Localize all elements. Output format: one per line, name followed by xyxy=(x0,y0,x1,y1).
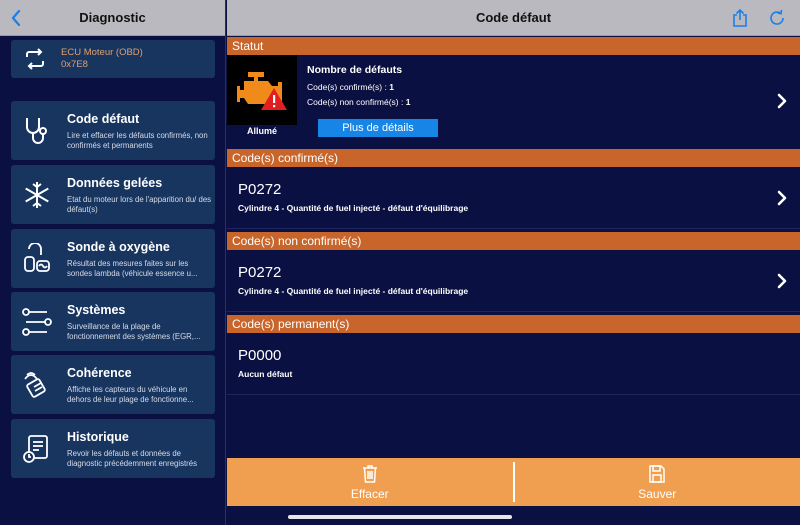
fault-description: Aucun défaut xyxy=(238,369,293,379)
save-button[interactable]: Sauver xyxy=(515,458,800,506)
clear-button[interactable]: Effacer xyxy=(227,458,513,506)
confirmed-count-value: 1 xyxy=(389,82,394,92)
unconfirmed-count-value: 1 xyxy=(405,97,411,107)
main-panel: Code défaut Statut Nombre de défauts Cod… xyxy=(227,0,800,525)
list-item-unconfirmed[interactable]: P0272 Cylindre 4 - Quantité de fuel inje… xyxy=(227,250,800,312)
history-icon xyxy=(23,435,48,463)
sidebar: Diagnostic ECU Moteur (OBD) 0x7E8 Code d… xyxy=(0,0,226,525)
save-button-label: Sauver xyxy=(638,486,677,501)
list-item-permanent: P0000 Aucun défaut xyxy=(227,333,800,395)
sensor-icon xyxy=(24,372,46,398)
trash-icon xyxy=(362,464,377,483)
ecu-address: 0x7E8 xyxy=(61,59,88,70)
chevron-right-icon[interactable] xyxy=(776,190,788,206)
sidebar-item-title: Code défaut xyxy=(67,112,140,126)
refresh-icon[interactable] xyxy=(767,8,787,28)
sidebar-item-desc: Revoir les défauts et données de diagnos… xyxy=(67,449,198,468)
fault-code: P0272 xyxy=(238,181,282,198)
sidebar-item-desc: Résultat des mesures faites sur les sond… xyxy=(67,259,198,278)
sidebar-item-historique[interactable]: Historique Revoir les défauts et données… xyxy=(11,419,215,478)
more-details-button[interactable]: Plus de détails xyxy=(318,119,438,137)
confirmed-count-label: Code(s) confirmé(s) : xyxy=(307,82,390,92)
page-title: Code défaut xyxy=(475,10,552,25)
sidebar-item-desc: Etat du moteur lors de l'apparition du/ … xyxy=(67,195,212,214)
chevron-right-icon[interactable] xyxy=(776,273,788,289)
main-header: Code défaut xyxy=(227,0,800,36)
sidebar-header: Diagnostic xyxy=(0,0,225,36)
fault-description: Cylindre 4 - Quantité de fuel injecté - … xyxy=(238,203,469,213)
sidebar-item-title: Cohérence xyxy=(67,366,132,380)
status-panel[interactable]: Nombre de défauts Code(s) confirmé(s) : … xyxy=(227,55,800,147)
sidebar-item-title: Données gelées xyxy=(67,176,163,190)
ecu-name: ECU Moteur (OBD) xyxy=(61,47,143,58)
section-header-unconfirmed: Code(s) non confirmé(s) xyxy=(227,232,800,250)
snowflake-icon xyxy=(25,182,49,208)
back-button[interactable] xyxy=(6,6,26,30)
check-engine-icon xyxy=(237,72,287,110)
unconfirmed-count: Code(s) non confirmé(s) : 1 xyxy=(307,97,410,107)
clear-button-label: Effacer xyxy=(350,486,389,501)
chevron-left-icon xyxy=(11,10,21,26)
unconfirmed-count-label: Code(s) non confirmé(s) : xyxy=(307,97,406,107)
sidebar-item-sonde-oxygene[interactable]: Sonde à oxygène Résultat des mesures fai… xyxy=(11,229,215,288)
confirmed-count: Code(s) confirmé(s) : 1 xyxy=(307,82,394,92)
engine-warning-image xyxy=(227,55,297,125)
ecu-selector[interactable]: ECU Moteur (OBD) 0x7E8 xyxy=(11,40,215,78)
stethoscope-icon xyxy=(26,118,47,144)
list-item-confirmed[interactable]: P0272 Cylindre 4 - Quantité de fuel inje… xyxy=(227,167,800,229)
home-indicator[interactable] xyxy=(288,515,512,519)
chevron-right-icon[interactable] xyxy=(776,93,788,109)
refresh-icon xyxy=(26,48,44,70)
sidebar-item-desc: Affiche les capteurs du véhicule en deho… xyxy=(67,385,194,404)
sidebar-item-title: Historique xyxy=(67,430,129,444)
share-icon[interactable] xyxy=(730,8,750,28)
section-header-permanent: Code(s) permanent(s) xyxy=(227,315,800,333)
sidebar-item-donnees-gelees[interactable]: Données gelées Etat du moteur lors de l'… xyxy=(11,165,215,224)
fault-code: P0272 xyxy=(238,264,282,281)
oxygen-sensor-icon xyxy=(24,243,50,272)
sidebar-item-desc: Surveillance de la plage de fonctionneme… xyxy=(67,322,201,341)
action-bar: Effacer Sauver xyxy=(227,458,800,506)
fault-code: P0000 xyxy=(238,347,282,364)
sidebar-item-code-defaut[interactable]: Code défaut Lire et effacer les défauts … xyxy=(11,101,215,160)
sidebar-item-systemes[interactable]: Systèmes Surveillance de la plage de fon… xyxy=(11,292,215,351)
section-header-confirmed: Code(s) confirmé(s) xyxy=(227,149,800,167)
systems-icon xyxy=(22,308,52,336)
sidebar-item-title: Sonde à oxygène xyxy=(67,240,170,254)
sidebar-item-desc: Lire et effacer les défauts confirmés, n… xyxy=(67,131,208,150)
section-header-status: Statut xyxy=(227,37,800,55)
fault-count-title: Nombre de défauts xyxy=(307,64,403,76)
sidebar-title: Diagnostic xyxy=(79,10,146,25)
save-icon xyxy=(649,464,665,483)
sidebar-item-title: Systèmes xyxy=(67,303,126,317)
fault-description: Cylindre 4 - Quantité de fuel injecté - … xyxy=(238,286,469,296)
mil-status-label: Allumé xyxy=(246,126,277,136)
sidebar-item-coherence[interactable]: Cohérence Affiche les capteurs du véhicu… xyxy=(11,355,215,414)
